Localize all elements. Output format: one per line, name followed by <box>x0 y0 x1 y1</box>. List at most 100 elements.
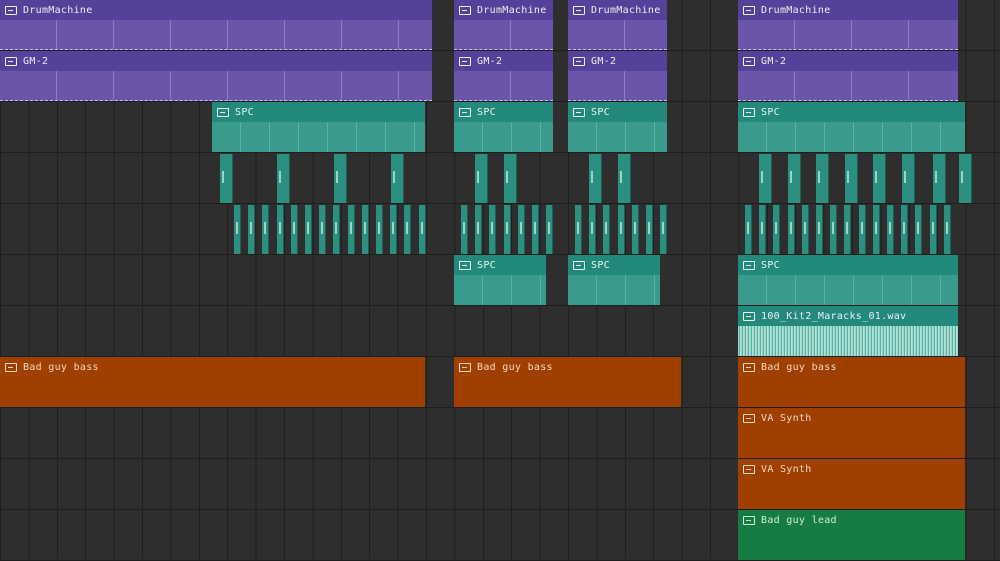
clip-header[interactable]: DrumMachine <box>738 0 958 20</box>
clip-header[interactable]: SPC <box>568 255 660 275</box>
clip-header[interactable]: VA Synth <box>738 459 965 479</box>
audio-hit-clip[interactable] <box>901 205 908 254</box>
clip-header[interactable]: SPC <box>212 102 425 122</box>
audio-hit-clip[interactable] <box>618 205 625 254</box>
audio-hit-clip[interactable] <box>646 205 653 254</box>
clip[interactable]: DrumMachine <box>568 0 667 50</box>
audio-hit-clip[interactable] <box>518 205 525 254</box>
clip[interactable]: GM-2 <box>0 51 432 101</box>
clip-header[interactable]: SPC <box>454 255 546 275</box>
audio-hit-clip[interactable] <box>773 205 780 254</box>
audio-hit-clip[interactable] <box>959 154 972 203</box>
clip-header[interactable]: DrumMachine <box>568 0 667 20</box>
clip[interactable]: Bad guy bass <box>738 357 965 407</box>
audio-hit-clip[interactable] <box>618 154 631 203</box>
audio-hit-clip[interactable] <box>391 154 404 203</box>
audio-hit-clip[interactable] <box>546 205 553 254</box>
audio-hit-clip[interactable] <box>461 205 468 254</box>
clip-header[interactable]: SPC <box>738 255 958 275</box>
clip[interactable]: GM-2 <box>568 51 667 101</box>
audio-hit-clip[interactable] <box>589 205 596 254</box>
audio-hit-clip[interactable] <box>844 205 851 254</box>
audio-hit-clip[interactable] <box>277 205 284 254</box>
clip[interactable]: SPC <box>738 255 958 305</box>
audio-hit-clip[interactable] <box>277 154 290 203</box>
audio-hit-clip[interactable] <box>859 205 866 254</box>
audio-hit-clip[interactable] <box>376 205 383 254</box>
clip[interactable]: VA Synth <box>738 408 965 458</box>
clip-header[interactable]: Bad guy bass <box>738 357 965 377</box>
audio-hit-clip[interactable] <box>333 205 340 254</box>
clip-header[interactable]: GM-2 <box>738 51 958 71</box>
audio-hit-clip[interactable] <box>802 205 809 254</box>
clip-header[interactable]: Bad guy bass <box>0 357 425 377</box>
audio-hit-clip[interactable] <box>759 154 772 203</box>
audio-hit-clip[interactable] <box>220 154 233 203</box>
audio-hit-clip[interactable] <box>504 205 511 254</box>
clip-header[interactable]: SPC <box>738 102 965 122</box>
audio-hit-clip[interactable] <box>489 205 496 254</box>
clip[interactable]: Bad guy lead <box>738 510 965 560</box>
audio-hit-clip[interactable] <box>830 205 837 254</box>
clip[interactable]: DrumMachine <box>738 0 958 50</box>
audio-hit-clip[interactable] <box>873 205 880 254</box>
audio-hit-clip[interactable] <box>944 205 951 254</box>
clip-header[interactable]: Bad guy lead <box>738 510 965 530</box>
audio-hit-clip[interactable] <box>475 205 482 254</box>
clip-header[interactable]: SPC <box>454 102 553 122</box>
audio-hit-clip[interactable] <box>589 154 602 203</box>
clip[interactable]: SPC <box>454 102 553 152</box>
audio-hit-clip[interactable] <box>788 154 801 203</box>
audio-hit-clip[interactable] <box>816 205 823 254</box>
clip[interactable]: SPC <box>738 102 965 152</box>
clip-header[interactable]: 100_Kit2_Maracks_01.wav <box>738 306 958 326</box>
audio-hit-clip[interactable] <box>319 205 326 254</box>
clip-header[interactable]: DrumMachine <box>0 0 432 20</box>
audio-hit-clip[interactable] <box>504 154 517 203</box>
audio-hit-clip[interactable] <box>419 205 426 254</box>
audio-hit-clip[interactable] <box>759 205 766 254</box>
clip[interactable]: SPC <box>568 255 660 305</box>
clip[interactable]: DrumMachine <box>0 0 432 50</box>
clip[interactable]: 100_Kit2_Maracks_01.wav <box>738 306 958 356</box>
audio-hit-clip[interactable] <box>348 205 355 254</box>
arranger-timeline[interactable]: DrumMachine DrumMachine DrumMachine DrumMac… <box>0 0 1000 561</box>
clip[interactable]: GM-2 <box>738 51 958 101</box>
audio-hit-clip[interactable] <box>532 205 539 254</box>
audio-hit-clip[interactable] <box>788 205 795 254</box>
audio-hit-clip[interactable] <box>362 205 369 254</box>
audio-hit-clip[interactable] <box>390 205 397 254</box>
audio-hit-clip[interactable] <box>603 205 610 254</box>
clip-header[interactable]: Bad guy bass <box>454 357 681 377</box>
audio-hit-clip[interactable] <box>305 205 312 254</box>
clip-header[interactable]: GM-2 <box>0 51 432 71</box>
audio-hit-clip[interactable] <box>816 154 829 203</box>
audio-hit-clip[interactable] <box>262 205 269 254</box>
clip-header[interactable]: DrumMachine <box>454 0 553 20</box>
audio-hit-clip[interactable] <box>291 205 298 254</box>
clip-header[interactable]: VA Synth <box>738 408 965 428</box>
audio-hit-clip[interactable] <box>933 154 946 203</box>
clip-header[interactable]: SPC <box>568 102 667 122</box>
clip[interactable]: DrumMachine <box>454 0 553 50</box>
audio-hit-clip[interactable] <box>887 205 894 254</box>
audio-hit-clip[interactable] <box>632 205 639 254</box>
audio-hit-clip[interactable] <box>745 205 752 254</box>
audio-hit-clip[interactable] <box>248 205 255 254</box>
audio-hit-clip[interactable] <box>873 154 886 203</box>
clip[interactable]: VA Synth <box>738 459 965 509</box>
audio-hit-clip[interactable] <box>930 205 937 254</box>
clip-header[interactable]: GM-2 <box>568 51 667 71</box>
clip[interactable]: SPC <box>568 102 667 152</box>
audio-hit-clip[interactable] <box>234 205 241 254</box>
audio-hit-clip[interactable] <box>915 205 922 254</box>
clip[interactable]: SPC <box>454 255 546 305</box>
clip[interactable]: Bad guy bass <box>0 357 425 407</box>
clip[interactable]: GM-2 <box>454 51 553 101</box>
audio-hit-clip[interactable] <box>404 205 411 254</box>
audio-hit-clip[interactable] <box>845 154 858 203</box>
audio-hit-clip[interactable] <box>575 205 582 254</box>
audio-hit-clip[interactable] <box>475 154 488 203</box>
clip[interactable]: SPC <box>212 102 425 152</box>
audio-hit-clip[interactable] <box>334 154 347 203</box>
